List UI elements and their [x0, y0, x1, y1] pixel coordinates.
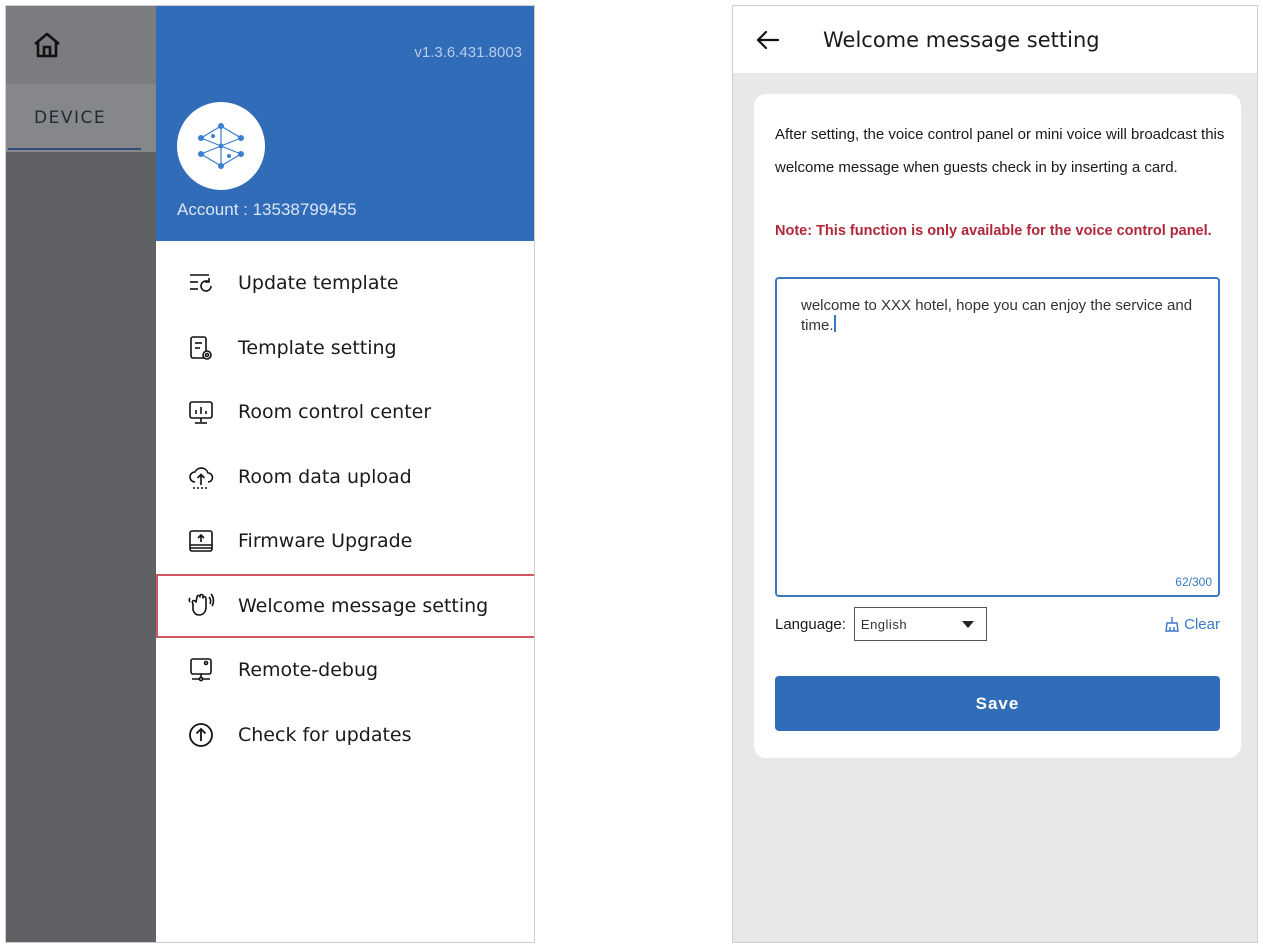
side-rail: DEVICE: [6, 6, 156, 942]
note-text: Note: This function is only available fo…: [775, 223, 1212, 239]
menu-item-label: Welcome message setting: [238, 594, 489, 617]
caret-down-icon: [961, 620, 974, 628]
language-label: Language:: [775, 615, 846, 633]
template-setting-icon: [186, 333, 216, 363]
update-template-icon: [186, 268, 216, 298]
clear-button[interactable]: Clear: [1164, 616, 1220, 633]
home-button[interactable]: [6, 6, 156, 84]
navigation-drawer: v1.3.6.431.8003 Account: 13538799455 Up…: [156, 6, 534, 942]
app-bar: Welcome message setting: [733, 6, 1257, 73]
menu-item-label: Room control center: [238, 401, 432, 424]
menu-item-label: Check for updates: [238, 723, 412, 746]
menu-item-room-control-center[interactable]: Room control center: [156, 380, 534, 445]
menu-item-welcome-message-setting[interactable]: Welcome message setting: [156, 573, 534, 638]
welcome-message-value: welcome to XXX hotel, hope you can enjoy…: [801, 297, 1193, 334]
menu-item-check-for-updates[interactable]: Check for updates: [156, 703, 534, 768]
menu-item-firmware-upgrade[interactable]: Firmware Upgrade: [156, 509, 534, 574]
language-select[interactable]: English: [853, 607, 987, 641]
app-version: v1.3.6.431.8003: [414, 44, 522, 61]
menu-item-update-template[interactable]: Update template: [156, 251, 534, 316]
account-label: Account : 13538799455: [177, 200, 357, 219]
monitor-chart-icon: [186, 397, 216, 427]
clear-button-label: Clear: [1184, 615, 1220, 633]
network-hub-icon: [198, 123, 244, 169]
broom-icon: [1165, 617, 1179, 632]
avatar[interactable]: [177, 102, 265, 190]
rail-tab-device-label: DEVICE: [34, 108, 107, 128]
menu-item-template-setting[interactable]: Template setting: [156, 316, 534, 381]
cloud-upload-icon: [186, 462, 216, 492]
text-cursor: [833, 315, 836, 332]
wave-hand-icon: [186, 591, 216, 621]
right-screen: Welcome message setting After setting, t…: [732, 5, 1258, 943]
remote-debug-icon: [186, 655, 216, 685]
firmware-upgrade-icon: [186, 526, 216, 556]
settings-card: After setting, the voice control panel o…: [754, 94, 1241, 758]
language-row: Language: English Clear: [775, 607, 1220, 641]
menu-item-label: Update template: [238, 272, 399, 295]
character-counter: 62/300: [1175, 575, 1212, 589]
home-icon: [34, 32, 60, 58]
menu-item-label: Room data upload: [238, 465, 412, 488]
menu-item-remote-debug[interactable]: Remote-debug: [156, 638, 534, 703]
menu-item-label: Firmware Upgrade: [238, 530, 413, 553]
drawer-menu: Update template Template setting Room co…: [156, 251, 534, 768]
page-title: Welcome message setting: [823, 27, 1100, 52]
back-button[interactable]: [733, 6, 803, 73]
rail-tab-indicator: [8, 148, 141, 150]
back-arrow-icon: [756, 30, 780, 49]
left-screen: DEVICE v1.3.6.431.8003 Account: 1353879…: [5, 5, 535, 943]
description-text: After setting, the voice control panel o…: [775, 126, 1225, 176]
language-selected-value: English: [860, 616, 908, 632]
welcome-message-input[interactable]: welcome to XXX hotel, hope you can enjoy…: [775, 277, 1220, 597]
arrow-up-circle-icon: [186, 720, 216, 750]
menu-item-label: Remote-debug: [238, 659, 379, 682]
menu-item-room-data-upload[interactable]: Room data upload: [156, 445, 534, 510]
menu-item-label: Template setting: [238, 336, 397, 359]
save-button[interactable]: Save: [775, 676, 1220, 731]
rail-tab-device[interactable]: DEVICE: [6, 84, 156, 152]
drawer-header: v1.3.6.431.8003 Account: 13538799455: [156, 6, 534, 241]
